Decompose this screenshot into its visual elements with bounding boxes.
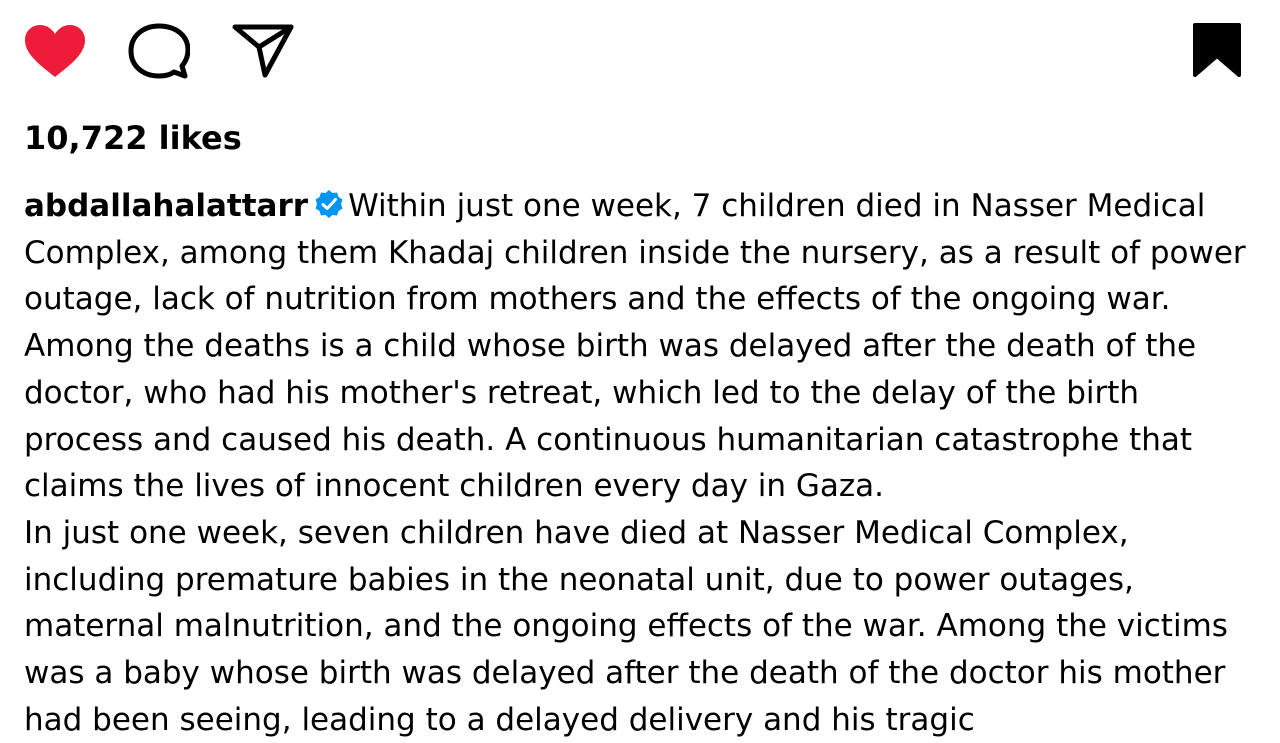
heart-icon[interactable] bbox=[23, 23, 87, 79]
caption-paragraph-2: In just one week, seven children have di… bbox=[24, 514, 1228, 738]
post-action-bar bbox=[0, 0, 1280, 100]
comment-icon[interactable] bbox=[128, 22, 190, 80]
caption-text-1: Within just one week, 7 children died in… bbox=[24, 188, 1246, 505]
share-icon[interactable] bbox=[232, 22, 294, 78]
caption-paragraph-1: abdallahalattarr Within just one week, 7… bbox=[24, 183, 1256, 510]
likes-count[interactable]: 10,722 likes bbox=[24, 118, 242, 158]
username-link[interactable]: abdallahalattarr bbox=[24, 188, 308, 224]
bookmark-icon[interactable] bbox=[1192, 22, 1242, 78]
post-caption: abdallahalattarr Within just one week, 7… bbox=[24, 183, 1256, 743]
verified-badge-icon bbox=[315, 190, 343, 218]
